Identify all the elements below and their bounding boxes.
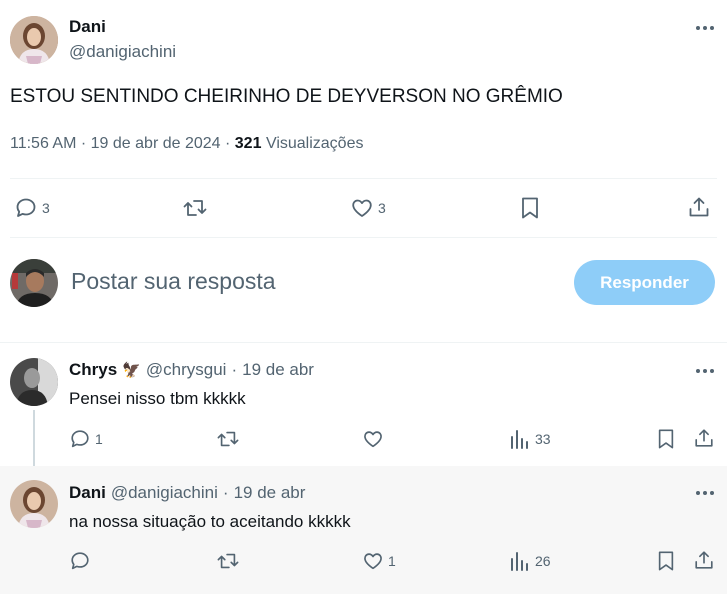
reply-icon[interactable] [69,550,91,572]
reply-header: Chrys 🦅 @chrysgui · 19 de abr [69,360,314,380]
views-action[interactable]: 33 [509,428,551,450]
reply-count: 1 [95,431,103,447]
more-options-icon[interactable] [693,481,717,505]
meta-separator: · [225,135,231,152]
reply-text: Pensei nisso tbm kkkkk [69,389,246,408]
author-name[interactable]: Dani [69,17,106,37]
views-action[interactable]: 26 [509,550,551,572]
reply-date[interactable]: 19 de abr [234,483,306,503]
reply-submit-button[interactable]: Responder [574,260,715,305]
like-count: 1 [388,553,396,569]
reply-text: na nossa situação to aceitando kkkkk [69,512,351,531]
reply-count: 3 [42,200,50,216]
author-avatar[interactable] [10,16,58,64]
views-count: 33 [535,431,551,447]
divider [0,342,727,343]
retweet-icon[interactable] [216,550,240,572]
share-icon[interactable] [687,195,711,219]
meta-separator: · [80,135,87,152]
retweet-icon[interactable] [216,428,240,450]
reply-author-avatar[interactable] [10,358,58,406]
divider [10,237,717,238]
views-count: 26 [535,553,551,569]
eagle-emoji-icon: 🦅 [122,362,141,379]
more-options-icon[interactable] [693,16,717,40]
meta-separator: · [231,360,238,379]
reply-author-handle[interactable]: @danigiachini [111,483,218,503]
reply-action[interactable]: 1 [69,428,103,450]
divider [10,178,717,179]
reply-author-handle[interactable]: @chrysgui [146,360,227,380]
share-icon[interactable] [693,549,715,571]
tweet-meta: 11:56 AM · 19 de abr de 2024 · 321 Visua… [10,135,363,153]
heart-icon[interactable] [362,428,384,450]
reply-date[interactable]: 19 de abr [242,360,314,380]
avatar-portrait-icon [10,358,58,406]
like-action[interactable]: 1 [362,550,396,572]
tweet-date[interactable]: 19 de abr de 2024 [91,135,221,152]
avatar-portrait-icon [10,259,58,307]
reply-author-name[interactable]: Chrys [69,360,117,380]
analytics-icon [509,550,529,572]
current-user-avatar[interactable] [10,259,58,307]
reply-author-name[interactable]: Dani [69,483,106,503]
reply-author-avatar[interactable] [10,480,58,528]
heart-icon [362,550,384,572]
views-label: Visualizações [265,135,364,152]
more-options-icon[interactable] [693,359,717,383]
analytics-icon [509,428,529,450]
avatar-portrait-icon [10,480,58,528]
share-icon[interactable] [693,427,715,449]
meta-separator: · [222,483,229,502]
avatar-portrait-icon [10,16,58,64]
views-count: 321 [234,135,262,152]
bookmark-icon[interactable] [656,428,676,450]
reply-header: Dani @danigiachini · 19 de abr [69,483,305,503]
retweet-icon[interactable] [182,196,208,220]
heart-icon [350,196,374,220]
bookmark-icon[interactable] [656,550,676,572]
reply-action[interactable]: 3 [14,196,50,220]
author-handle[interactable]: @danigiachini [69,42,176,62]
reply-icon [69,428,91,450]
tweet-text: ESTOU SENTINDO CHEIRINHO DE DEYVERSON NO… [10,86,563,107]
reply-input[interactable]: Postar sua resposta [71,268,276,295]
like-action[interactable]: 3 [350,196,386,220]
reply-icon [14,196,38,220]
like-count: 3 [378,200,386,216]
tweet-time[interactable]: 11:56 AM [10,135,76,152]
bookmark-icon[interactable] [519,196,541,220]
